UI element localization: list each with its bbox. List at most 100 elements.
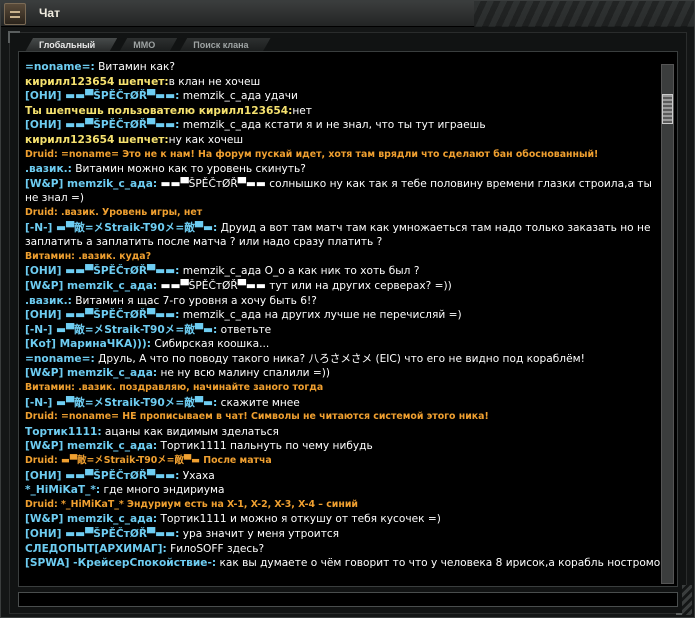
resize-grip[interactable] xyxy=(682,585,692,615)
message-sender[interactable]: кирилл123654 шепчет: xyxy=(25,76,169,88)
message-sender[interactable]: [Ко†] МаринаЧКА))): xyxy=(25,338,151,350)
message-sender[interactable]: Витамин: xyxy=(25,251,75,262)
menu-icon[interactable] xyxy=(4,3,26,25)
chat-message: =noname=: Друль, А что по поводу такого … xyxy=(25,352,655,367)
message-text: не ну всю малину спалили =)) xyxy=(157,367,331,380)
chat-message: .вазик.: Витамин можно как то уровень ск… xyxy=(25,162,655,177)
chat-message: [Ко†] МаринаЧКА))): Сибирская коошка... xyxy=(25,337,655,352)
message-text: как вы думаете о чём говорит то что у че… xyxy=(216,557,666,570)
chat-message: Тортик1111: ацаны как видимым зделаться xyxy=(25,425,655,440)
message-sender[interactable]: Druid: xyxy=(25,455,58,466)
message-text: .вазик. куда? xyxy=(74,250,152,262)
chat-tabs: Глобальный MMO Поиск клана xyxy=(25,38,271,52)
message-text: Витамин как? xyxy=(94,61,175,73)
chat-message: [W&P] memzik_c_ада: Тортик1111 пальнуть … xyxy=(25,439,655,454)
message-text: ацаны как видимым зделаться xyxy=(101,425,279,438)
chat-message: [-N-] ▬▀敵=㐅Straik-T90㐅=敵▀▬: скажите мнее xyxy=(25,396,655,411)
message-text: нет xyxy=(292,104,312,117)
message-sender[interactable]: [W&P] memzik_c_ада: xyxy=(25,513,157,525)
message-text: Витамин я щас 7-го уровня а хочу быть 6!… xyxy=(71,294,317,307)
message-sender[interactable]: =noname=: xyxy=(25,61,95,73)
message-sender[interactable]: [ОНИ] ▬▬▀ŠPĚČтØŘ▀▬▬: xyxy=(25,528,179,540)
message-text: Тортик1111 и можно я откушу от тебя кусо… xyxy=(157,513,441,526)
message-text: Витамин можно как то уровень скинуть? xyxy=(71,163,306,176)
chat-message: [ОНИ] ▬▬▀ŠPĚČтØŘ▀▬▬: memzik_c_ада О_о а … xyxy=(25,264,655,279)
chat-message: [ОНИ] ▬▬▀ŠPĚČтØŘ▀▬▬: ура значит у меня у… xyxy=(25,527,655,542)
chat-message: Druid: =noname= Это не к нам! На форум п… xyxy=(25,148,655,163)
chat-message: =noname=: Витамин как? xyxy=(25,60,655,75)
message-sender[interactable]: *_HiMiKaT_*: xyxy=(25,484,100,496)
tab-mmo[interactable]: MMO xyxy=(119,38,177,52)
message-text: memzik_c_ада на других лучше не перечисл… xyxy=(179,309,462,322)
message-text: FилоSOFF здесь? xyxy=(166,542,265,555)
chat-scrollbar[interactable] xyxy=(661,64,674,584)
chat-input[interactable] xyxy=(18,592,678,607)
message-sender[interactable]: Druid: xyxy=(25,149,58,160)
message-sender[interactable]: [ОНИ] ▬▬▀ŠPĚČтØŘ▀▬▬: xyxy=(25,470,179,482)
message-sender[interactable]: [ОНИ] ▬▬▀ŠPĚČтØŘ▀▬▬: xyxy=(25,90,179,102)
chat-message: Витамин: .вазик. поздравляю, начинайте з… xyxy=(25,381,655,396)
message-text: ▬▬▀ŠPĚČтØŘ▀▬▬ тут или на других серверах… xyxy=(157,279,452,292)
message-sender[interactable]: [W&P] memzik_c_ада: xyxy=(25,367,157,379)
message-text: memzik_c_ада О_о а как ник то хоть был ? xyxy=(179,265,420,278)
message-text: ответьте xyxy=(217,323,272,336)
message-sender[interactable]: [ОНИ] ▬▬▀ŠPĚČтØŘ▀▬▬: xyxy=(25,119,179,131)
chat-message: [ОНИ] ▬▬▀ŠPĚČтØŘ▀▬▬: memzik_c_ада удачи xyxy=(25,89,655,104)
title-decoration xyxy=(474,1,694,27)
message-text: *_HiMiKaT_* Эндуриум есть на X-1, X-2, X… xyxy=(57,498,358,510)
message-sender[interactable]: СЛЕДОПЫТ[АРХИМАГ]: xyxy=(25,543,167,555)
chat-message: кирилл123654 шепчет:в клан не хочеш xyxy=(25,75,655,90)
chat-message: СЛЕДОПЫТ[АРХИМАГ]: FилоSOFF здесь? xyxy=(25,542,655,557)
message-sender[interactable]: кирилл123654 шепчет: xyxy=(25,134,169,146)
chat-message: [-N-] ▬▀敵=㐅Straik-T90㐅=敵▀▬: ответьте xyxy=(25,323,655,338)
chat-message: [SPWA] -КрейсерСпокойствие-: как вы дума… xyxy=(25,556,666,571)
chat-message: Druid: *_HiMiKaT_* Эндуриум есть на X-1,… xyxy=(25,498,655,513)
message-sender[interactable]: Druid: xyxy=(25,207,58,218)
message-text: Ухаха xyxy=(179,469,215,482)
chat-message: Ты шепчешь пользователю кирилл123654:нет xyxy=(25,104,655,119)
message-sender[interactable]: Druid: xyxy=(25,499,58,510)
tab-global[interactable]: Глобальный xyxy=(25,38,117,52)
chat-window: Чат Глобальный MMO Поиск клана =noname=:… xyxy=(0,0,695,618)
message-text: скажите мнее xyxy=(217,396,300,409)
title-bar[interactable]: Чат xyxy=(1,1,694,27)
tab-clan-search[interactable]: Поиск клана xyxy=(179,38,270,52)
message-sender[interactable]: .вазик.: xyxy=(25,295,72,307)
message-sender[interactable]: [ОНИ] ▬▬▀ŠPĚČтØŘ▀▬▬: xyxy=(25,265,179,277)
message-text: ▬▀敵=㐅Straik-T90㐅=敵▀▬ После матча xyxy=(57,455,272,467)
message-sender[interactable]: [SPWA] -КрейсерСпокойствие-: xyxy=(25,557,216,569)
chat-message: Druid: ▬▀敵=㐅Straik-T90㐅=敵▀▬ После матча xyxy=(25,454,655,469)
message-text: memzik_c_ада кстати я и не знал, что ты … xyxy=(179,119,486,132)
message-text: memzik_c_ада удачи xyxy=(179,90,298,103)
message-sender[interactable]: [ОНИ] ▬▬▀ŠPĚČтØŘ▀▬▬: xyxy=(25,309,179,321)
message-sender[interactable]: Ты шепчешь пользователю кирилл123654: xyxy=(25,105,292,117)
window-title: Чат xyxy=(39,6,60,20)
chat-message: [-N-] ▬▀敵=㐅Straik-T90㐅=敵▀▬: Друид а вот … xyxy=(25,221,655,250)
message-sender[interactable]: [-N-] ▬▀敵=㐅Straik-T90㐅=敵▀▬: xyxy=(25,397,217,409)
message-sender[interactable]: [W&P] memzik_c_ада: xyxy=(25,178,157,190)
message-sender[interactable]: Витамин: xyxy=(25,382,75,393)
message-sender[interactable]: [-N-] ▬▀敵=㐅Straik-T90㐅=敵▀▬: xyxy=(25,222,217,234)
chat-message: .вазик.: Витамин я щас 7-го уровня а хоч… xyxy=(25,294,655,309)
message-sender[interactable]: [-N-] ▬▀敵=㐅Straik-T90㐅=敵▀▬: xyxy=(25,324,217,336)
message-sender[interactable]: .вазик.: xyxy=(25,163,72,175)
message-text: =noname= Это не к нам! На форум пускай и… xyxy=(57,148,599,160)
chat-message: Druid: .вазик. Уровень игры, нет xyxy=(25,206,655,221)
chat-message: [W&P] memzik_c_ада: ▬▬▀ŠPĚČтØŘ▀▬▬ тут ил… xyxy=(25,279,655,294)
message-sender[interactable]: [W&P] memzik_c_ада: xyxy=(25,440,157,452)
scroll-thumb[interactable] xyxy=(662,94,673,125)
message-sender[interactable]: =noname=: xyxy=(25,353,95,365)
chat-log[interactable]: =noname=: Витамин как? кирилл123654 шепче… xyxy=(18,51,678,587)
message-text: .вазик. Уровень игры, нет xyxy=(57,206,203,218)
message-text: Друль, А что по поводу такого ника? 八ろさメ… xyxy=(94,352,585,365)
message-sender[interactable]: Druid: xyxy=(25,411,58,422)
chat-message: [ОНИ] ▬▬▀ŠPĚČтØŘ▀▬▬: Ухаха xyxy=(25,469,655,484)
message-sender[interactable]: [W&P] memzik_c_ада: xyxy=(25,280,157,292)
message-text: ну как хочеш xyxy=(168,133,244,146)
chat-message: [ОНИ] ▬▬▀ŠPĚČтØŘ▀▬▬: memzik_c_ада на дру… xyxy=(25,308,655,323)
message-text: Сибирская коошка... xyxy=(150,338,270,351)
message-text: =noname= НЕ прописываем в чат! Символы н… xyxy=(57,411,489,423)
chat-message: Druid: =noname= НЕ прописываем в чат! Си… xyxy=(25,410,655,425)
chat-message: [W&P] memzik_c_ада: Тортик1111 и можно я… xyxy=(25,512,655,527)
message-sender[interactable]: Тортик1111: xyxy=(25,426,102,438)
